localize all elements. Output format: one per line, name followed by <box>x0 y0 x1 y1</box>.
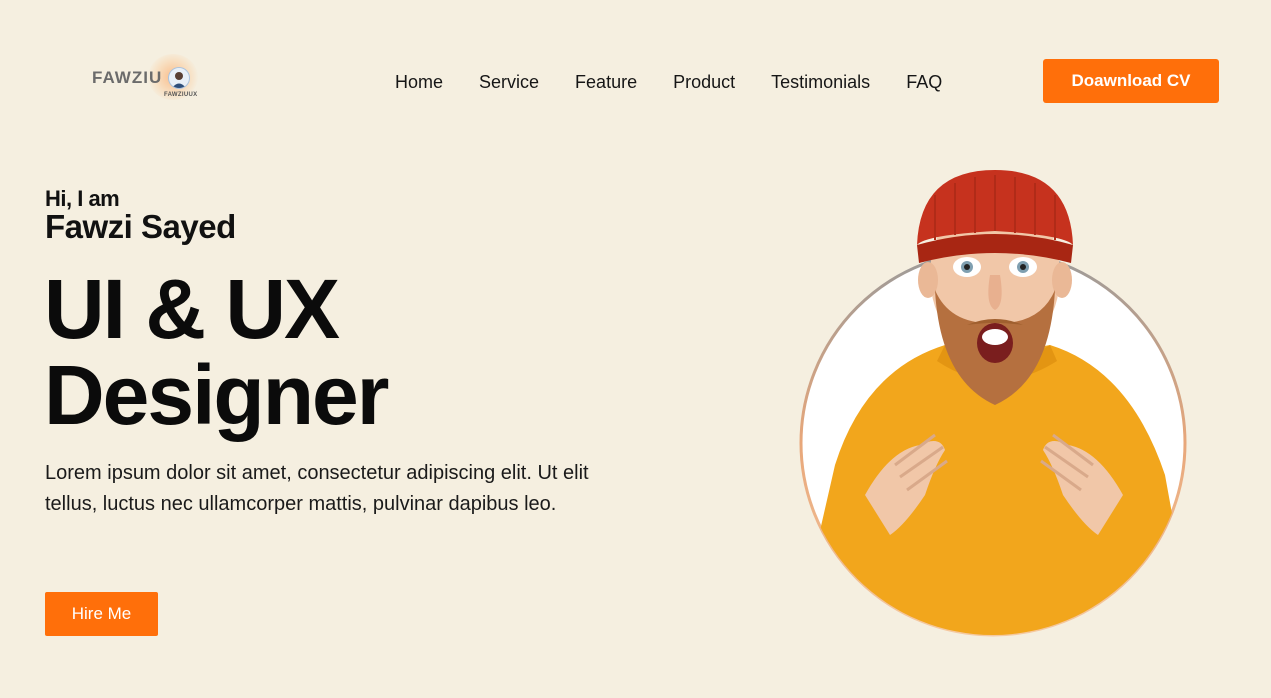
hero-description: Lorem ipsum dolor sit amet, consectetur … <box>45 462 589 515</box>
main-nav: Home Service Feature Product Testimonial… <box>395 72 942 93</box>
site-header: FAWZIU FAWZIUUX Home Service Feature Pro… <box>0 0 1271 160</box>
headline-line-1: UI & UX <box>44 262 340 356</box>
hero-headline: UI & UX Designer <box>44 262 389 442</box>
hero-name: Fawzi Sayed <box>45 208 236 245</box>
hire-me-button[interactable]: Hire Me <box>45 592 158 636</box>
nav-service[interactable]: Service <box>479 72 539 93</box>
nav-faq[interactable]: FAQ <box>906 72 942 93</box>
logo-subtext: FAWZIUUX <box>164 92 198 98</box>
logo-avatar-icon <box>168 67 190 89</box>
nav-product[interactable]: Product <box>673 72 735 93</box>
nav-feature[interactable]: Feature <box>575 72 637 93</box>
logo-text: FAWZIU <box>92 68 163 87</box>
headline-line-2: Designer <box>44 348 389 442</box>
download-cv-button[interactable]: Doawnload CV <box>1043 59 1219 103</box>
site-logo[interactable]: FAWZIU FAWZIUUX <box>92 52 212 104</box>
portrait-image <box>799 170 1187 637</box>
nav-testimonials[interactable]: Testimonials <box>771 72 870 93</box>
hero-portrait <box>795 165 1195 640</box>
nav-home[interactable]: Home <box>395 72 443 93</box>
